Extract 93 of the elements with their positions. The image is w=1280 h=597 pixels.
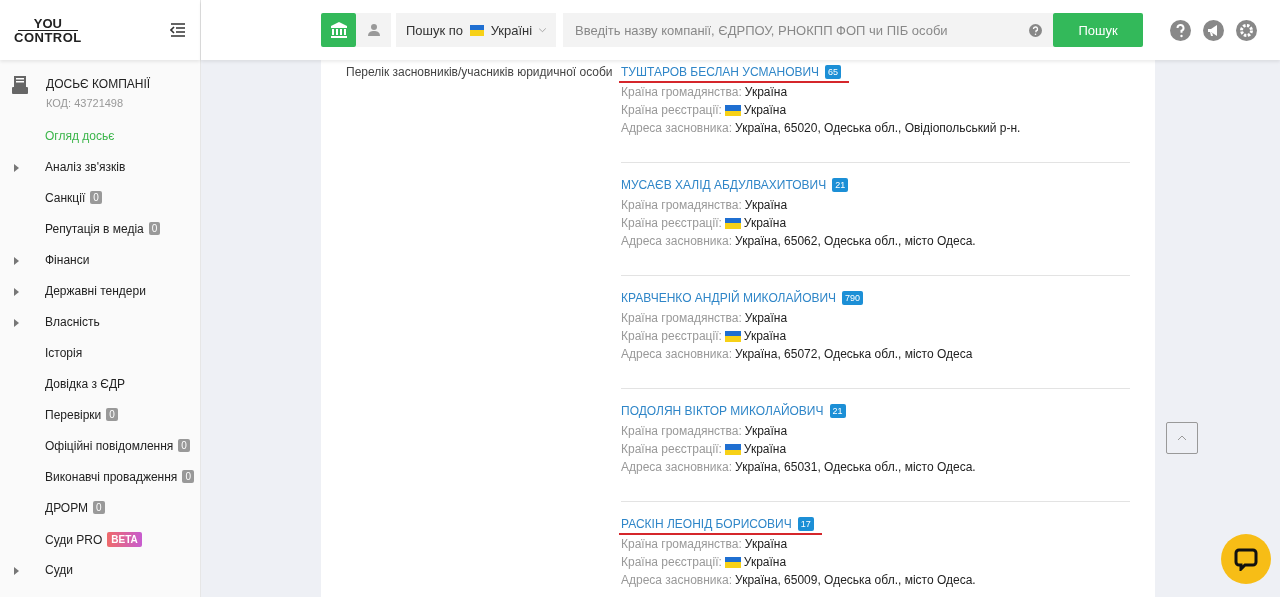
chat-button[interactable]	[1221, 534, 1271, 584]
founder-name-link[interactable]: РАСКІН ЛЕОНІД БОРИСОВИЧ	[621, 517, 792, 531]
chevron-down-icon	[539, 27, 546, 33]
founder-name-link[interactable]: ТУШТАРОВ БЕСЛАН УСМАНОВИЧ	[621, 65, 820, 79]
field-value: Україна	[743, 216, 787, 230]
sidebar-item[interactable]: Історія	[45, 346, 195, 361]
field-label: Країна реєстрації:	[621, 216, 722, 230]
field-value: Україна	[743, 103, 787, 117]
founder-name-link[interactable]: ПОДОЛЯН ВІКТОР МИКОЛАЙОВИЧ	[621, 404, 824, 418]
field-label: Країна громадянства:	[621, 198, 742, 212]
count-badge: 0	[182, 470, 194, 483]
ukraine-flag-icon	[470, 24, 484, 36]
field-value: Україна, 65062, Одеська обл., місто Одеса.	[735, 234, 976, 248]
field-value: Україна	[744, 85, 788, 99]
document-icon	[12, 76, 28, 94]
field-label: Країна реєстрації:	[621, 103, 722, 117]
founder-name-link[interactable]: МУСАЄВ ХАЛІД АБДУЛВАХИТОВИЧ	[621, 178, 827, 192]
chevron-up-icon	[1177, 435, 1187, 441]
field-label: Адреса засновника:	[621, 573, 733, 587]
count-badge: 21	[829, 404, 846, 418]
expand-arrow-icon[interactable]	[14, 257, 19, 265]
count-badge: 0	[148, 222, 161, 235]
field-value: Україна, 65072, Одеська обл., місто Одеса	[735, 347, 973, 361]
person-search-button[interactable]	[356, 13, 391, 47]
search-field[interactable]: Введіть назву компанії, ЄДРПОУ, РНОКПП ФОП чи ПІБ особи	[563, 13, 1053, 47]
count-badge: 0	[106, 408, 118, 421]
field-value: Україна	[744, 424, 788, 438]
count-badge: 790	[842, 291, 864, 305]
sidebar-item[interactable]: Фінанси	[45, 253, 195, 268]
ukraine-flag-icon	[724, 443, 741, 455]
megaphone-icon[interactable]	[1203, 19, 1224, 41]
field-label: Адреса засновника:	[621, 460, 733, 474]
company-code: КОД: 43721498	[46, 97, 125, 109]
sidebar-item[interactable]: Перевірки 0	[45, 408, 195, 423]
field-value: Україна	[743, 329, 787, 343]
field-value: Україна	[744, 537, 788, 551]
settings-icon[interactable]	[1236, 19, 1257, 41]
company-search-button[interactable]	[321, 13, 356, 47]
field-value: Україна	[744, 311, 788, 325]
section-label: Перелік засновників/учасників юридичної особи	[346, 64, 614, 81]
field-value: Україна, 65020, Одеська обл., Овідіопольський р-н.	[735, 121, 1021, 135]
expand-arrow-icon[interactable]	[14, 319, 19, 327]
field-value: Україна	[743, 555, 787, 569]
help-icon[interactable]	[1170, 19, 1191, 41]
field-label: Країна громадянства:	[621, 85, 742, 99]
country-dropdown[interactable]: Пошук по Україні	[396, 13, 556, 47]
count-badge: 17	[797, 517, 814, 531]
ukraine-flag-icon	[724, 330, 741, 342]
expand-arrow-icon[interactable]	[14, 288, 19, 296]
field-label: Країна громадянства:	[621, 424, 742, 438]
sidebar-item[interactable]: Санкції 0	[45, 191, 195, 206]
expand-arrow-icon[interactable]	[14, 567, 19, 575]
founder-name-link[interactable]: КРАВЧЕНКО АНДРІЙ МИКОЛАЙОВИЧ	[621, 291, 837, 305]
field-value: Україна	[744, 198, 788, 212]
sidebar-item[interactable]: Виконавчі провадження 0	[45, 470, 195, 485]
field-value: Україна, 65031, Одеська обл., місто Одеса.	[735, 460, 976, 474]
ukraine-flag-icon	[724, 217, 741, 229]
count-badge: BETA	[107, 531, 142, 547]
field-value: Україна, 65009, Одеська обл., місто Одеса.	[735, 573, 976, 587]
field-label: Країна реєстрації:	[621, 329, 722, 343]
expand-arrow-icon[interactable]	[14, 164, 19, 172]
count-badge: 65	[825, 65, 842, 79]
bank-icon	[330, 22, 347, 38]
sidebar-item[interactable]: Репутація в медіа 0	[45, 222, 195, 237]
scroll-up-button[interactable]	[1166, 422, 1198, 454]
field-value: Україна	[743, 442, 787, 456]
help-icon[interactable]	[1029, 24, 1042, 37]
sidebar-item[interactable]: Власність	[45, 315, 195, 330]
sidebar-item[interactable]: Аналіз зв'язків	[45, 160, 195, 175]
field-label: Адреса засновника:	[621, 347, 733, 361]
chat-bubble-icon	[1234, 547, 1258, 571]
count-badge: 0	[93, 501, 105, 514]
count-badge: 0	[90, 191, 102, 204]
sidebar-item[interactable]: Довідка з ЄДР	[45, 377, 195, 392]
logo[interactable]: YOU CONTROL	[14, 16, 82, 44]
field-label: Країна громадянства:	[621, 537, 742, 551]
ukraine-flag-icon	[724, 104, 741, 116]
sidebar-item[interactable]: Суди PRO BETA	[45, 531, 195, 548]
field-label: Країна реєстрації:	[621, 555, 722, 569]
sidebar-item[interactable]: Офіційні повідомлення 0	[45, 439, 195, 454]
sidebar-item[interactable]: ДРОРМ 0	[45, 501, 195, 516]
sidebar-item[interactable]: Державні тендери	[45, 284, 195, 299]
dossier-title: ДОСЬЄ КОМПАНІЇ	[46, 77, 151, 91]
sidebar-item[interactable]: Суди	[45, 563, 195, 578]
field-label: Адреса засновника:	[621, 121, 733, 135]
ukraine-flag-icon	[724, 556, 741, 568]
field-label: Країна реєстрації:	[621, 442, 722, 456]
field-label: Країна громадянства:	[621, 311, 742, 325]
person-icon	[367, 24, 380, 36]
field-label: Адреса засновника:	[621, 234, 733, 248]
count-badge: 21	[832, 178, 849, 192]
count-badge: 0	[178, 439, 190, 452]
collapse-menu-icon[interactable]	[170, 23, 186, 37]
